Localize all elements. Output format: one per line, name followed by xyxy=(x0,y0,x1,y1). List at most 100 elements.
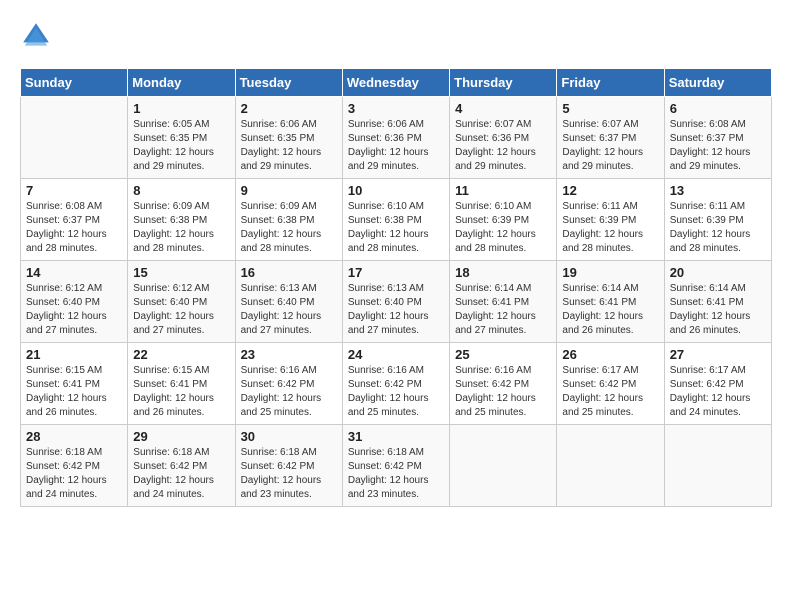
calendar-day-cell: 10 Sunrise: 6:10 AM Sunset: 6:38 PM Dayli… xyxy=(342,179,449,261)
day-number: 16 xyxy=(241,265,337,280)
day-number: 5 xyxy=(562,101,658,116)
day-number: 10 xyxy=(348,183,444,198)
day-header-sunday: Sunday xyxy=(21,69,128,97)
calendar-day-cell: 1Sunrise: 6:05 AM Sunset: 6:35 PM Daylig… xyxy=(128,97,235,179)
day-info: Sunrise: 6:18 AM Sunset: 6:42 PM Dayligh… xyxy=(26,446,122,502)
day-number: 17 xyxy=(348,265,444,280)
calendar-day-cell xyxy=(664,425,771,507)
day-info: Sunrise: 6:17 AM Sunset: 6:42 PM Dayligh… xyxy=(670,364,766,420)
day-number: 24 xyxy=(348,347,444,362)
day-header-wednesday: Wednesday xyxy=(342,69,449,97)
day-info: Sunrise: 6:16 AM Sunset: 6:42 PM Dayligh… xyxy=(241,364,337,420)
day-info: Sunrise: 6:08 AM Sunset: 6:37 PM Dayligh… xyxy=(670,118,766,174)
day-number: 8 xyxy=(133,183,229,198)
day-info: Sunrise: 6:09 AM Sunset: 6:38 PM Dayligh… xyxy=(241,200,337,256)
day-info: Sunrise: 6:15 AM Sunset: 6:41 PM Dayligh… xyxy=(26,364,122,420)
calendar-week-row: 1Sunrise: 6:05 AM Sunset: 6:35 PM Daylig… xyxy=(21,97,772,179)
calendar-day-cell: 8 Sunrise: 6:09 AM Sunset: 6:38 PM Daylig… xyxy=(128,179,235,261)
day-number: 4 xyxy=(455,101,551,116)
day-header-monday: Monday xyxy=(128,69,235,97)
calendar-day-cell: 9 Sunrise: 6:09 AM Sunset: 6:38 PM Daylig… xyxy=(235,179,342,261)
day-info: Sunrise: 6:06 AM Sunset: 6:35 PM Dayligh… xyxy=(241,118,337,174)
calendar-day-cell: 13 Sunrise: 6:11 AM Sunset: 6:39 PM Dayli… xyxy=(664,179,771,261)
calendar-day-cell: 7 Sunrise: 6:08 AM Sunset: 6:37 PM Daylig… xyxy=(21,179,128,261)
calendar-day-cell: 15 Sunrise: 6:12 AM Sunset: 6:40 PM Dayli… xyxy=(128,261,235,343)
day-number: 19 xyxy=(562,265,658,280)
calendar-day-cell: 27 Sunrise: 6:17 AM Sunset: 6:42 PM Dayli… xyxy=(664,343,771,425)
calendar-week-row: 28 Sunrise: 6:18 AM Sunset: 6:42 PM Dayli… xyxy=(21,425,772,507)
calendar-day-cell: 30Sunrise: 6:18 AM Sunset: 6:42 PM Dayli… xyxy=(235,425,342,507)
day-number: 29 xyxy=(133,429,229,444)
calendar-day-cell xyxy=(450,425,557,507)
calendar-day-cell: 26 Sunrise: 6:17 AM Sunset: 6:42 PM Dayli… xyxy=(557,343,664,425)
calendar-day-cell: 18Sunrise: 6:14 AM Sunset: 6:41 PM Dayli… xyxy=(450,261,557,343)
day-info: Sunrise: 6:08 AM Sunset: 6:37 PM Dayligh… xyxy=(26,200,122,256)
day-header-thursday: Thursday xyxy=(450,69,557,97)
calendar-day-cell: 21 Sunrise: 6:15 AM Sunset: 6:41 PM Dayli… xyxy=(21,343,128,425)
day-header-friday: Friday xyxy=(557,69,664,97)
calendar-day-cell: 6Sunrise: 6:08 AM Sunset: 6:37 PM Daylig… xyxy=(664,97,771,179)
day-header-tuesday: Tuesday xyxy=(235,69,342,97)
day-info: Sunrise: 6:17 AM Sunset: 6:42 PM Dayligh… xyxy=(562,364,658,420)
day-info: Sunrise: 6:18 AM Sunset: 6:42 PM Dayligh… xyxy=(133,446,229,502)
day-number: 2 xyxy=(241,101,337,116)
calendar-week-row: 21 Sunrise: 6:15 AM Sunset: 6:41 PM Dayli… xyxy=(21,343,772,425)
day-info: Sunrise: 6:18 AM Sunset: 6:42 PM Dayligh… xyxy=(348,446,444,502)
day-info: Sunrise: 6:10 AM Sunset: 6:39 PM Dayligh… xyxy=(455,200,551,256)
day-number: 12 xyxy=(562,183,658,198)
calendar-day-cell: 4 Sunrise: 6:07 AM Sunset: 6:36 PM Daylig… xyxy=(450,97,557,179)
day-number: 3 xyxy=(348,101,444,116)
day-number: 1 xyxy=(133,101,229,116)
day-info: Sunrise: 6:10 AM Sunset: 6:38 PM Dayligh… xyxy=(348,200,444,256)
day-number: 20 xyxy=(670,265,766,280)
day-number: 9 xyxy=(241,183,337,198)
calendar-day-cell: 19Sunrise: 6:14 AM Sunset: 6:41 PM Dayli… xyxy=(557,261,664,343)
calendar-day-cell: 2 Sunrise: 6:06 AM Sunset: 6:35 PM Daylig… xyxy=(235,97,342,179)
logo xyxy=(20,20,56,52)
calendar-day-cell xyxy=(557,425,664,507)
day-number: 26 xyxy=(562,347,658,362)
day-number: 21 xyxy=(26,347,122,362)
calendar-day-cell: 24 Sunrise: 6:16 AM Sunset: 6:42 PM Dayli… xyxy=(342,343,449,425)
calendar-week-row: 7 Sunrise: 6:08 AM Sunset: 6:37 PM Daylig… xyxy=(21,179,772,261)
calendar-header-row: SundayMondayTuesdayWednesdayThursdayFrid… xyxy=(21,69,772,97)
logo-icon xyxy=(20,20,52,52)
day-number: 13 xyxy=(670,183,766,198)
calendar-week-row: 14 Sunrise: 6:12 AM Sunset: 6:40 PM Dayli… xyxy=(21,261,772,343)
day-number: 15 xyxy=(133,265,229,280)
calendar-table: SundayMondayTuesdayWednesdayThursdayFrid… xyxy=(20,68,772,507)
day-info: Sunrise: 6:16 AM Sunset: 6:42 PM Dayligh… xyxy=(348,364,444,420)
page-header xyxy=(20,20,772,52)
day-info: Sunrise: 6:12 AM Sunset: 6:40 PM Dayligh… xyxy=(133,282,229,338)
day-number: 28 xyxy=(26,429,122,444)
day-info: Sunrise: 6:07 AM Sunset: 6:37 PM Dayligh… xyxy=(562,118,658,174)
day-info: Sunrise: 6:12 AM Sunset: 6:40 PM Dayligh… xyxy=(26,282,122,338)
calendar-day-cell: 28 Sunrise: 6:18 AM Sunset: 6:42 PM Dayli… xyxy=(21,425,128,507)
day-info: Sunrise: 6:09 AM Sunset: 6:38 PM Dayligh… xyxy=(133,200,229,256)
calendar-day-cell: 22Sunrise: 6:15 AM Sunset: 6:41 PM Dayli… xyxy=(128,343,235,425)
day-number: 14 xyxy=(26,265,122,280)
day-number: 7 xyxy=(26,183,122,198)
calendar-day-cell: 31Sunrise: 6:18 AM Sunset: 6:42 PM Dayli… xyxy=(342,425,449,507)
day-info: Sunrise: 6:14 AM Sunset: 6:41 PM Dayligh… xyxy=(670,282,766,338)
calendar-day-cell: 5 Sunrise: 6:07 AM Sunset: 6:37 PM Daylig… xyxy=(557,97,664,179)
calendar-day-cell: 3Sunrise: 6:06 AM Sunset: 6:36 PM Daylig… xyxy=(342,97,449,179)
calendar-day-cell: 14 Sunrise: 6:12 AM Sunset: 6:40 PM Dayli… xyxy=(21,261,128,343)
day-info: Sunrise: 6:11 AM Sunset: 6:39 PM Dayligh… xyxy=(562,200,658,256)
calendar-day-cell: 17Sunrise: 6:13 AM Sunset: 6:40 PM Dayli… xyxy=(342,261,449,343)
day-info: Sunrise: 6:13 AM Sunset: 6:40 PM Dayligh… xyxy=(241,282,337,338)
day-number: 23 xyxy=(241,347,337,362)
day-number: 27 xyxy=(670,347,766,362)
day-info: Sunrise: 6:07 AM Sunset: 6:36 PM Dayligh… xyxy=(455,118,551,174)
calendar-day-cell: 20 Sunrise: 6:14 AM Sunset: 6:41 PM Dayli… xyxy=(664,261,771,343)
day-info: Sunrise: 6:16 AM Sunset: 6:42 PM Dayligh… xyxy=(455,364,551,420)
calendar-day-cell: 12 Sunrise: 6:11 AM Sunset: 6:39 PM Dayli… xyxy=(557,179,664,261)
calendar-day-cell xyxy=(21,97,128,179)
day-info: Sunrise: 6:14 AM Sunset: 6:41 PM Dayligh… xyxy=(455,282,551,338)
calendar-day-cell: 25Sunrise: 6:16 AM Sunset: 6:42 PM Dayli… xyxy=(450,343,557,425)
day-number: 22 xyxy=(133,347,229,362)
calendar-day-cell: 29 Sunrise: 6:18 AM Sunset: 6:42 PM Dayli… xyxy=(128,425,235,507)
day-number: 30 xyxy=(241,429,337,444)
day-info: Sunrise: 6:11 AM Sunset: 6:39 PM Dayligh… xyxy=(670,200,766,256)
calendar-day-cell: 16 Sunrise: 6:13 AM Sunset: 6:40 PM Dayli… xyxy=(235,261,342,343)
